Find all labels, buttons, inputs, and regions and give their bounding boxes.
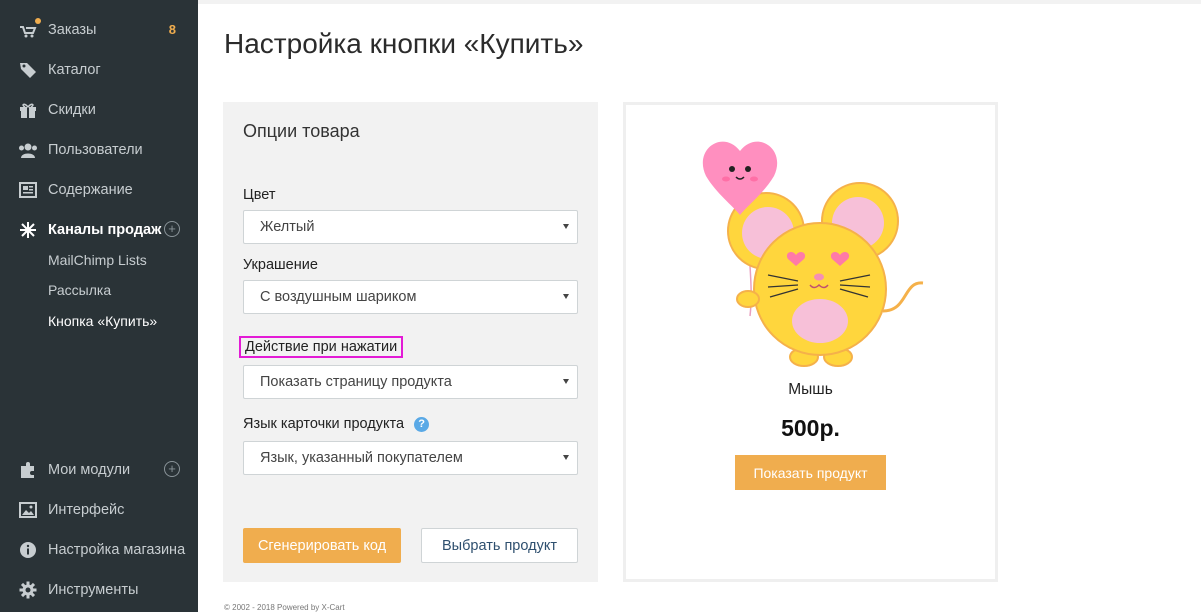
help-icon[interactable]: ? [414, 417, 430, 432]
sidebar: Заказы 8 Каталог Скидки Пользователи Сод… [0, 0, 198, 612]
sidebar-item-label: Заказы [48, 22, 97, 38]
select-product-button[interactable]: Выбрать продукт [421, 528, 578, 563]
click-action-select[interactable]: Показать страницу продукта [243, 365, 578, 399]
sidebar-item-catalog[interactable]: Каталог [0, 50, 198, 90]
sidebar-subitem-newsletter[interactable]: Рассылка [48, 282, 111, 298]
sidebar-item-label: Пользователи [48, 142, 143, 158]
sidebar-subitem-mailchimp[interactable]: MailChimp Lists [48, 252, 147, 268]
caret-down-icon [563, 455, 569, 460]
click-action-label: Действие при нажатии [239, 336, 404, 358]
decoration-label: Украшение [243, 257, 318, 273]
caret-down-icon [563, 294, 569, 299]
top-strip [198, 0, 1201, 4]
sidebar-item-label: Настройка магазина [48, 542, 186, 558]
sidebar-item-orders[interactable]: Заказы 8 [0, 10, 198, 50]
sidebar-item-label: Мои модули [48, 462, 131, 478]
sidebar-item-content[interactable]: Содержание [0, 170, 198, 210]
product-options-panel: Опции товара Цвет Желтый Украшение С воз… [223, 102, 598, 582]
decoration-select-value: С воздушным шариком [260, 289, 417, 305]
sidebar-item-label: Каналы продаж [48, 222, 162, 238]
language-select[interactable]: Язык, указанный покупателем [243, 441, 578, 475]
expand-plus-icon[interactable]: + [164, 221, 180, 237]
sidebar-subitem-buy-button[interactable]: Кнопка «Купить» [48, 313, 157, 329]
expand-plus-icon[interactable]: + [164, 461, 180, 477]
product-price: 500р. [781, 415, 840, 441]
sidebar-item-users[interactable]: Пользователи [0, 130, 198, 170]
caret-down-icon [563, 379, 569, 384]
generate-code-button[interactable]: Сгенерировать код [243, 528, 401, 563]
asterisk-icon [18, 220, 38, 240]
footer-copyright: © 2002 - 2018 Powered by X-Cart [224, 603, 345, 612]
image-icon [18, 500, 38, 520]
product-preview-panel: Мышь 500р. Показать продукт [623, 102, 998, 582]
color-select[interactable]: Желтый [243, 210, 578, 244]
language-label-row: Язык карточки продукта? [243, 416, 430, 432]
gear-icon [18, 580, 38, 600]
language-select-value: Язык, указанный покупателем [260, 450, 463, 466]
decoration-select[interactable]: С воздушным шариком [243, 280, 578, 314]
content-icon [18, 180, 38, 200]
color-label: Цвет [243, 187, 276, 203]
panel-title: Опции товара [243, 121, 360, 141]
users-icon [18, 140, 38, 160]
orders-count-badge: 8 [168, 22, 176, 37]
orders-icon [18, 18, 41, 40]
sidebar-item-my-modules[interactable]: Мои модули + [0, 450, 198, 490]
sidebar-item-label: Каталог [48, 62, 101, 78]
sidebar-item-store-settings[interactable]: Настройка магазина [0, 530, 198, 570]
sidebar-item-tools[interactable]: Инструменты [0, 570, 198, 610]
sidebar-item-sales-channels[interactable]: Каналы продаж + [0, 210, 198, 250]
product-name: Мышь [788, 381, 833, 398]
page-title: Настройка кнопки «Купить» [224, 28, 584, 59]
color-select-value: Желтый [260, 219, 315, 235]
sidebar-item-label: Инструменты [48, 582, 139, 598]
mouse-with-balloon-image [702, 141, 924, 367]
sidebar-item-interface[interactable]: Интерфейс [0, 490, 198, 530]
language-label: Язык карточки продукта [243, 416, 405, 432]
show-product-button[interactable]: Показать продукт [735, 455, 886, 490]
sidebar-item-label: Интерфейс [48, 502, 125, 518]
tag-icon [18, 60, 38, 80]
click-action-select-value: Показать страницу продукта [260, 374, 452, 390]
sidebar-item-discounts[interactable]: Скидки [0, 90, 198, 130]
info-icon [18, 540, 38, 560]
sidebar-item-label: Содержание [48, 182, 133, 198]
sidebar-item-label: Скидки [48, 102, 96, 118]
caret-down-icon [563, 224, 569, 229]
gift-icon [18, 100, 38, 120]
puzzle-icon [18, 460, 38, 480]
